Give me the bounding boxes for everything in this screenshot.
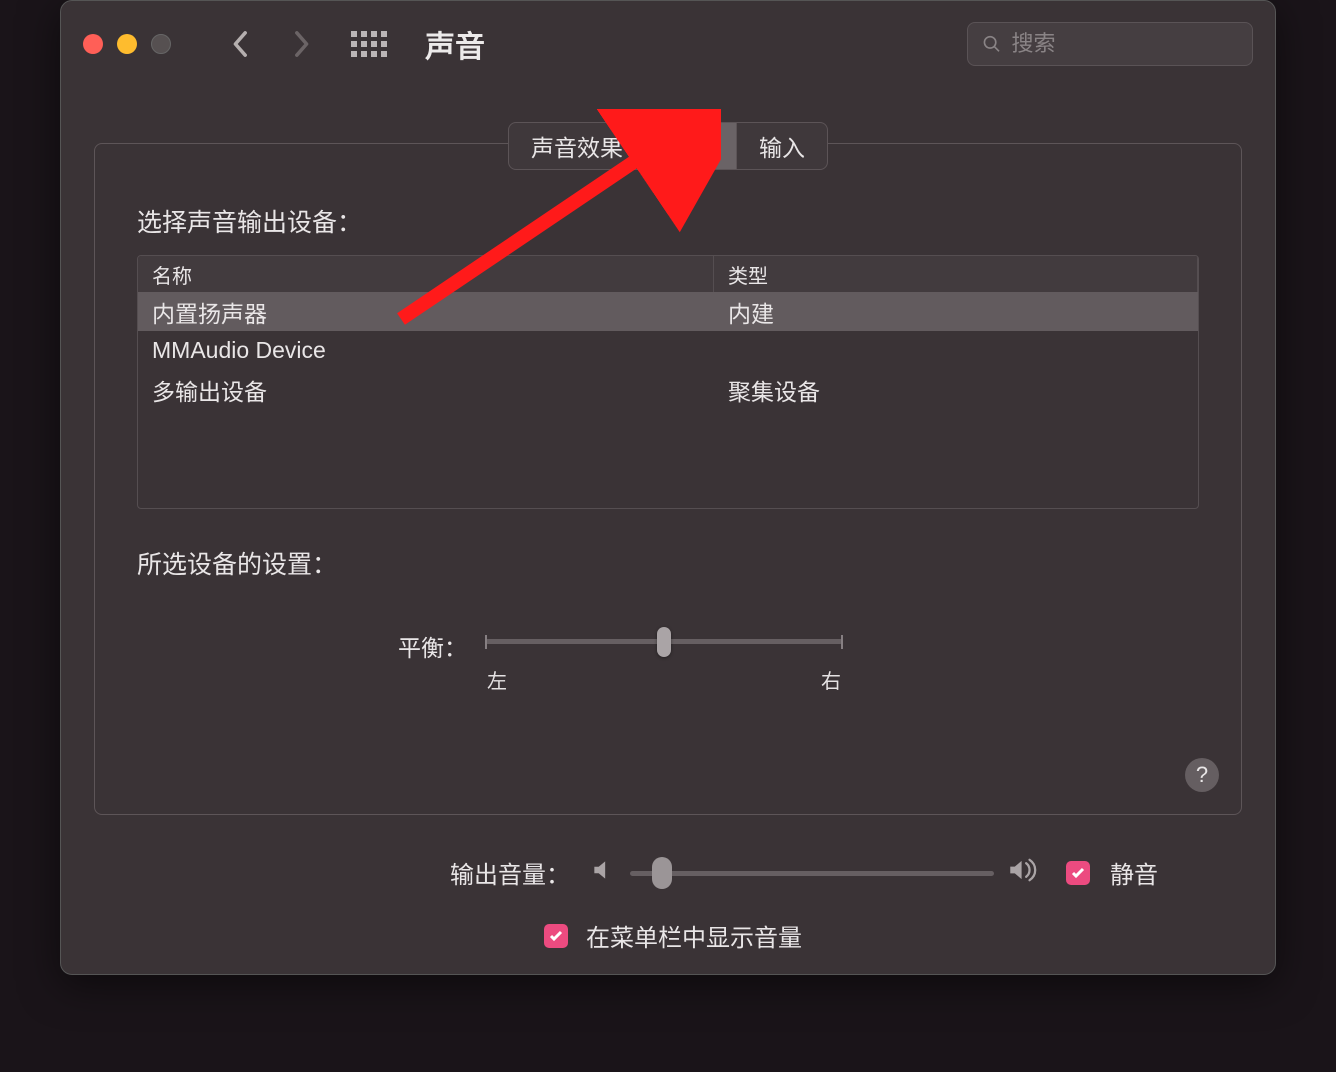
search-input[interactable]	[1011, 31, 1238, 57]
volume-slider-thumb[interactable]	[652, 857, 672, 889]
toolbar: 声音	[61, 1, 1275, 87]
checkmark-icon	[548, 928, 564, 944]
search-field[interactable]	[967, 22, 1253, 66]
checkmark-icon	[1070, 865, 1086, 881]
volume-low-icon	[590, 857, 616, 888]
balance-label: 平衡：	[95, 627, 485, 663]
show-all-button[interactable]	[351, 31, 387, 57]
device-table: 名称 类型 内置扬声器 内建 MMAudio Device 多输出设备 聚集设备	[137, 255, 1199, 509]
tab-input[interactable]: 输入	[736, 123, 827, 169]
search-icon	[982, 33, 1001, 55]
balance-left-label: 左	[487, 665, 507, 694]
window-title: 声音	[425, 22, 947, 66]
volume-high-icon	[1008, 856, 1042, 889]
table-row[interactable]: MMAudio Device	[138, 331, 1198, 370]
bottom-controls: 输出音量： 静音 在菜单栏中显示音量	[61, 839, 1275, 953]
device-name: MMAudio Device	[138, 337, 714, 364]
sound-preferences-window: 声音 声音效果 输出 输入 选择声音输出设备： 名称 类型 内置扬声器 内建 M…	[60, 0, 1276, 975]
balance-slider-thumb[interactable]	[657, 627, 671, 657]
mute-checkbox[interactable]	[1066, 861, 1090, 885]
device-type: 内建	[714, 295, 1198, 329]
output-volume-slider[interactable]	[630, 859, 994, 887]
tab-output[interactable]: 输出	[645, 123, 736, 169]
close-window-button[interactable]	[83, 34, 103, 54]
balance-row: 平衡： 左 右	[95, 627, 1241, 694]
balance-slider[interactable]	[485, 627, 843, 655]
table-header: 名称 类型	[138, 256, 1198, 292]
mute-label: 静音	[1110, 855, 1158, 890]
zoom-window-button	[151, 34, 171, 54]
tab-bar: 声音效果 输出 输入	[508, 122, 828, 170]
minimize-window-button[interactable]	[117, 34, 137, 54]
main-panel: 声音效果 输出 输入 选择声音输出设备： 名称 类型 内置扬声器 内建 MMAu…	[94, 143, 1242, 815]
device-name: 多输出设备	[138, 373, 714, 407]
table-row[interactable]: 多输出设备 聚集设备	[138, 370, 1198, 409]
device-type: 聚集设备	[714, 373, 1198, 407]
forward-button	[281, 24, 321, 64]
back-button[interactable]	[221, 24, 261, 64]
help-button[interactable]: ?	[1185, 758, 1219, 792]
output-volume-label: 输出音量：	[178, 855, 570, 890]
show-in-menubar-checkbox[interactable]	[544, 924, 568, 948]
column-type[interactable]: 类型	[714, 256, 1198, 292]
table-row[interactable]: 内置扬声器 内建	[138, 292, 1198, 331]
tab-sound-effects[interactable]: 声音效果	[509, 123, 645, 169]
balance-right-label: 右	[821, 665, 841, 694]
column-name[interactable]: 名称	[138, 256, 714, 292]
show-in-menubar-label: 在菜单栏中显示音量	[586, 918, 802, 953]
window-traffic-lights	[83, 34, 171, 54]
device-name: 内置扬声器	[138, 295, 714, 329]
select-device-label: 选择声音输出设备：	[137, 203, 1241, 239]
selected-device-settings-label: 所选设备的设置：	[137, 545, 1241, 581]
